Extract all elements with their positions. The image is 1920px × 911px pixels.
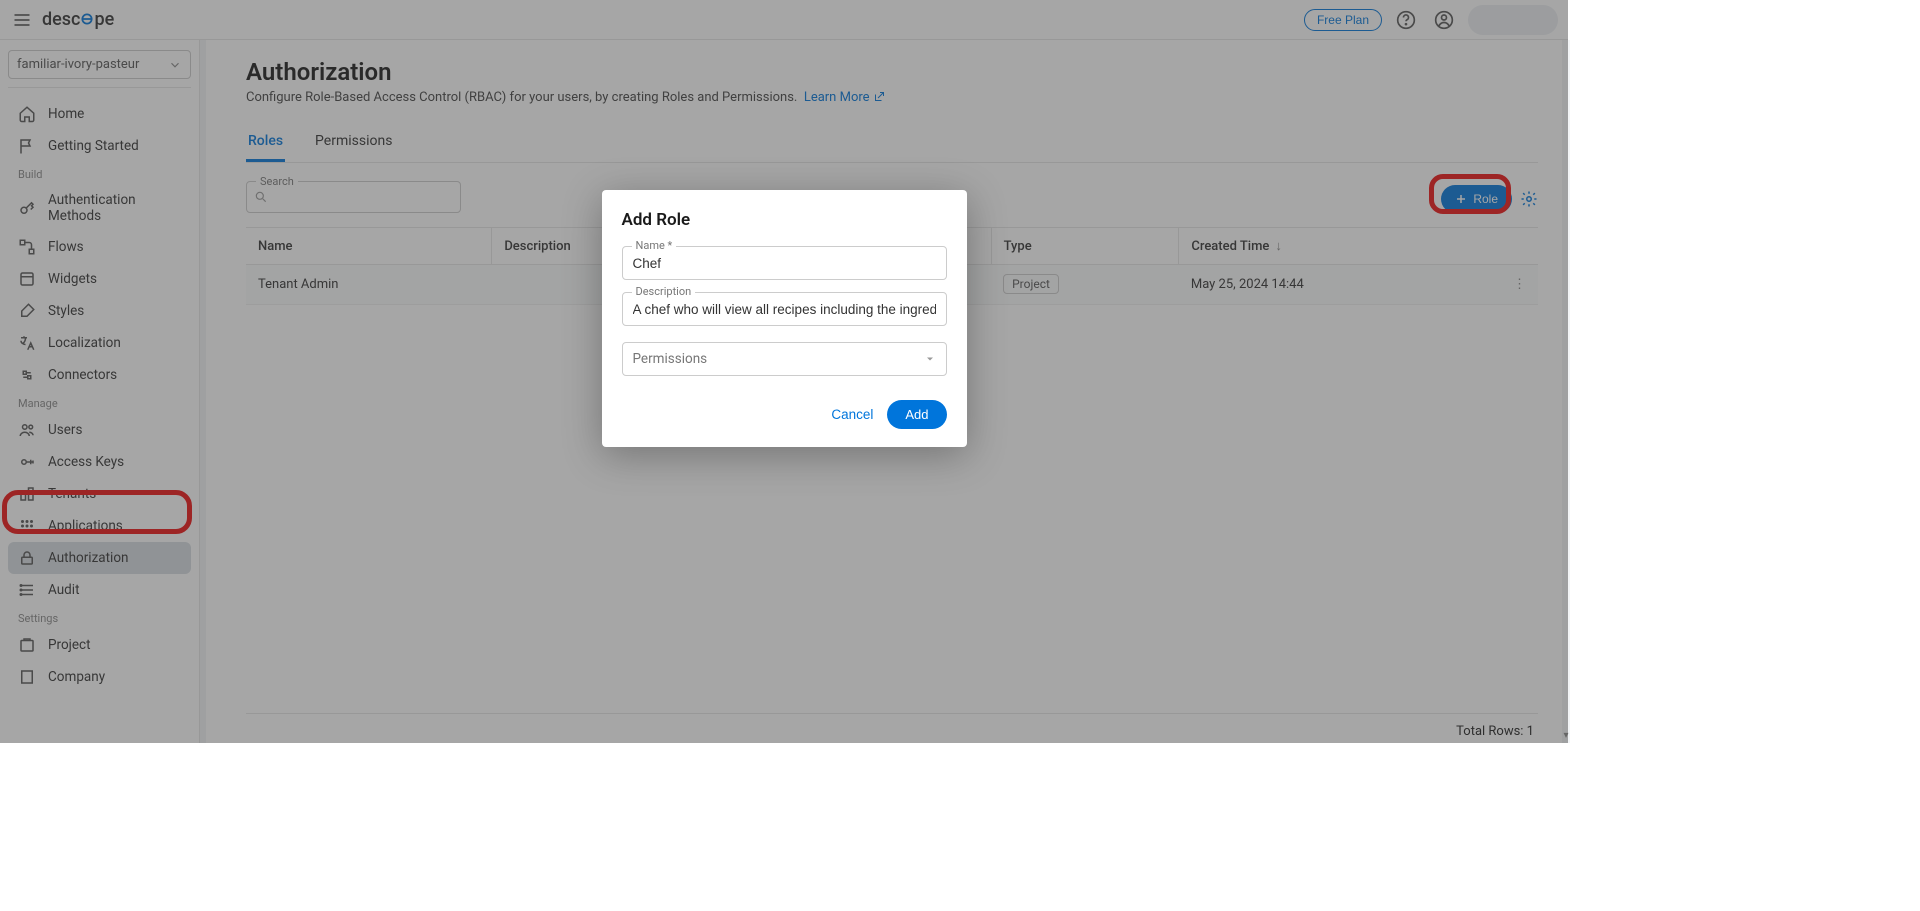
modal-title: Add Role <box>622 210 947 230</box>
add-role-modal: Add Role Name * Description Permissions … <box>602 190 967 447</box>
name-label: Name * <box>632 239 677 252</box>
permissions-select[interactable]: Permissions <box>622 342 947 376</box>
chevron-down-icon <box>924 353 936 365</box>
cancel-button[interactable]: Cancel <box>831 407 873 422</box>
desc-label: Description <box>632 285 696 298</box>
modal-overlay[interactable]: Add Role Name * Description Permissions … <box>0 0 1568 743</box>
add-button[interactable]: Add <box>887 400 946 429</box>
